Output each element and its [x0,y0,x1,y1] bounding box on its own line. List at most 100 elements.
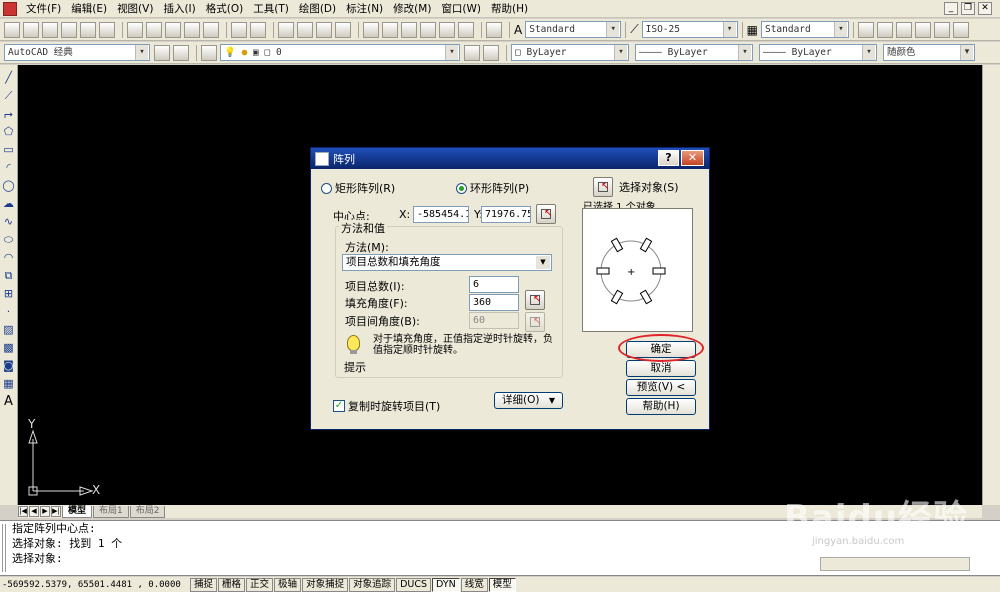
dim-aligned-icon[interactable] [876,21,893,38]
table-icon[interactable]: ▦ [1,377,16,391]
menu-draw[interactable]: 绘图(D) [294,0,341,18]
ellipse-icon[interactable]: ⬭ [1,233,16,247]
design-center-icon[interactable] [382,21,398,38]
cut-icon[interactable] [127,21,143,38]
make-layer-current-icon[interactable] [464,44,480,61]
center-x-input[interactable]: -585454.1 [413,206,469,223]
layer-previous-icon[interactable] [483,44,499,61]
tab-model[interactable]: 模型 [62,505,93,518]
text-style-select[interactable]: Standard [525,21,622,38]
zoom-window-icon[interactable] [316,21,332,38]
arc-icon[interactable]: ◜ [1,161,16,175]
help-button[interactable]: 帮助(H) [626,398,696,415]
workspace-settings-icon[interactable] [154,44,170,61]
vertical-scrollbar[interactable] [982,65,1000,505]
polar-toggle[interactable]: 极轴 [274,577,302,592]
hatch-icon[interactable]: ▨ [1,323,16,337]
otrack-toggle[interactable]: 对象追踪 [349,577,396,592]
select-objects-button[interactable] [593,177,613,197]
zoom-realtime-icon[interactable] [297,21,313,38]
center-y-input[interactable]: 71976.751 [481,206,531,223]
print-icon[interactable] [61,21,77,38]
dyn-toggle[interactable]: DYN [432,577,460,592]
restore-icon[interactable]: ❐ [961,2,975,15]
polygon-icon[interactable]: ⬠ [1,125,16,139]
save-workspace-icon[interactable] [173,44,189,61]
osnap-toggle[interactable]: 对象捕捉 [302,577,349,592]
autocad-app-icon[interactable] [3,1,17,16]
dim-linear-icon[interactable] [857,21,874,38]
print-preview-icon[interactable] [80,21,96,38]
snap-toggle[interactable]: 捕捉 [190,577,218,592]
dialog-close-button[interactable]: ✕ [681,150,704,166]
open-file-icon[interactable] [23,21,39,38]
ok-button[interactable]: 确定 [626,341,696,358]
pick-fill-angle-button[interactable] [525,290,545,310]
insert-block-icon[interactable]: ⧉ [1,269,16,283]
ortho-toggle[interactable]: 正交 [246,577,274,592]
model-toggle[interactable]: 模型 [488,577,516,592]
tab-layout1[interactable]: 布局1 [93,505,129,518]
fill-angle-input[interactable]: 360 [469,294,519,311]
new-file-icon[interactable] [4,21,20,38]
circle-icon[interactable]: ◯ [1,179,16,193]
workspace-select[interactable]: AutoCAD 经典 [4,44,150,61]
construction-line-icon[interactable]: ⟋ [1,89,16,103]
gradient-icon[interactable]: ▩ [1,341,16,355]
pan-icon[interactable] [278,21,294,38]
dialog-help-button[interactable]: ? [658,150,679,166]
command-line-grip[interactable] [2,524,6,572]
color-select[interactable]: □ ByLayer [511,44,629,61]
zoom-previous-icon[interactable] [335,21,351,38]
dim-arc-icon[interactable] [895,21,912,38]
properties-icon[interactable] [363,21,379,38]
rotate-items-checkbox[interactable]: ✓ 复制时旋转项目(T) [333,398,440,414]
ducs-toggle[interactable]: DUCS [396,577,432,592]
dim-diameter-icon[interactable] [952,21,969,38]
linetype-select[interactable]: ———— ByLayer [635,44,753,61]
dim-style-select[interactable]: ISO-25 [641,21,738,38]
menu-tools[interactable]: 工具(T) [248,0,294,18]
menu-view[interactable]: 视图(V) [112,0,158,18]
menu-file[interactable]: 文件(F) [21,0,66,18]
minimize-icon[interactable]: _ [944,2,958,15]
rectangle-icon[interactable]: ▭ [1,143,16,157]
table-style-select[interactable]: Standard [760,21,849,38]
match-properties-icon[interactable] [184,21,200,38]
method-select[interactable]: 项目总数和填充角度 [342,254,552,271]
lineweight-select[interactable]: ———— ByLayer [759,44,877,61]
tool-palettes-icon[interactable] [401,21,417,38]
menu-insert[interactable]: 插入(I) [158,0,200,18]
command-line[interactable]: 指定阵列中心点: 选择对象: 找到 1 个 选择对象: [0,520,1000,576]
tab-layout2[interactable]: 布局2 [129,505,166,518]
undo-icon[interactable] [231,21,247,38]
command-line-scrollbar[interactable] [820,557,970,571]
plot-style-select[interactable]: 随颜色 [883,44,975,61]
menu-dimension[interactable]: 标注(N) [341,0,388,18]
prev-tab-icon[interactable]: ◀ [29,506,39,517]
rectangular-array-radio[interactable]: 矩形阵列(R) [321,180,395,196]
menu-modify[interactable]: 修改(M) [388,0,436,18]
line-icon[interactable]: ╱ [1,71,16,85]
total-items-input[interactable]: 6 [469,276,519,293]
dim-ordinate-icon[interactable] [914,21,931,38]
paste-icon[interactable] [165,21,181,38]
make-block-icon[interactable]: ⊞ [1,287,16,301]
layer-select[interactable]: 💡 ● ▣ □ 0 [220,44,460,61]
publish-icon[interactable] [99,21,115,38]
grid-toggle[interactable]: 栅格 [218,577,246,592]
redo-icon[interactable] [250,21,266,38]
ellipse-arc-icon[interactable]: ◠ [1,251,16,265]
layer-manager-icon[interactable] [201,44,217,61]
copy-icon[interactable] [146,21,162,38]
dialog-titlebar[interactable]: 阵列 [311,148,709,169]
dim-radius-icon[interactable] [933,21,950,38]
polyline-icon[interactable]: ⮣ [1,107,16,121]
menu-help[interactable]: 帮助(H) [486,0,533,18]
save-icon[interactable] [42,21,58,38]
last-tab-icon[interactable]: ▶| [51,506,61,517]
markup-icon[interactable] [439,21,455,38]
lineweight-toggle[interactable]: 线宽 [460,577,488,592]
cancel-button[interactable]: 取消 [626,360,696,377]
menu-edit[interactable]: 编辑(E) [66,0,112,18]
